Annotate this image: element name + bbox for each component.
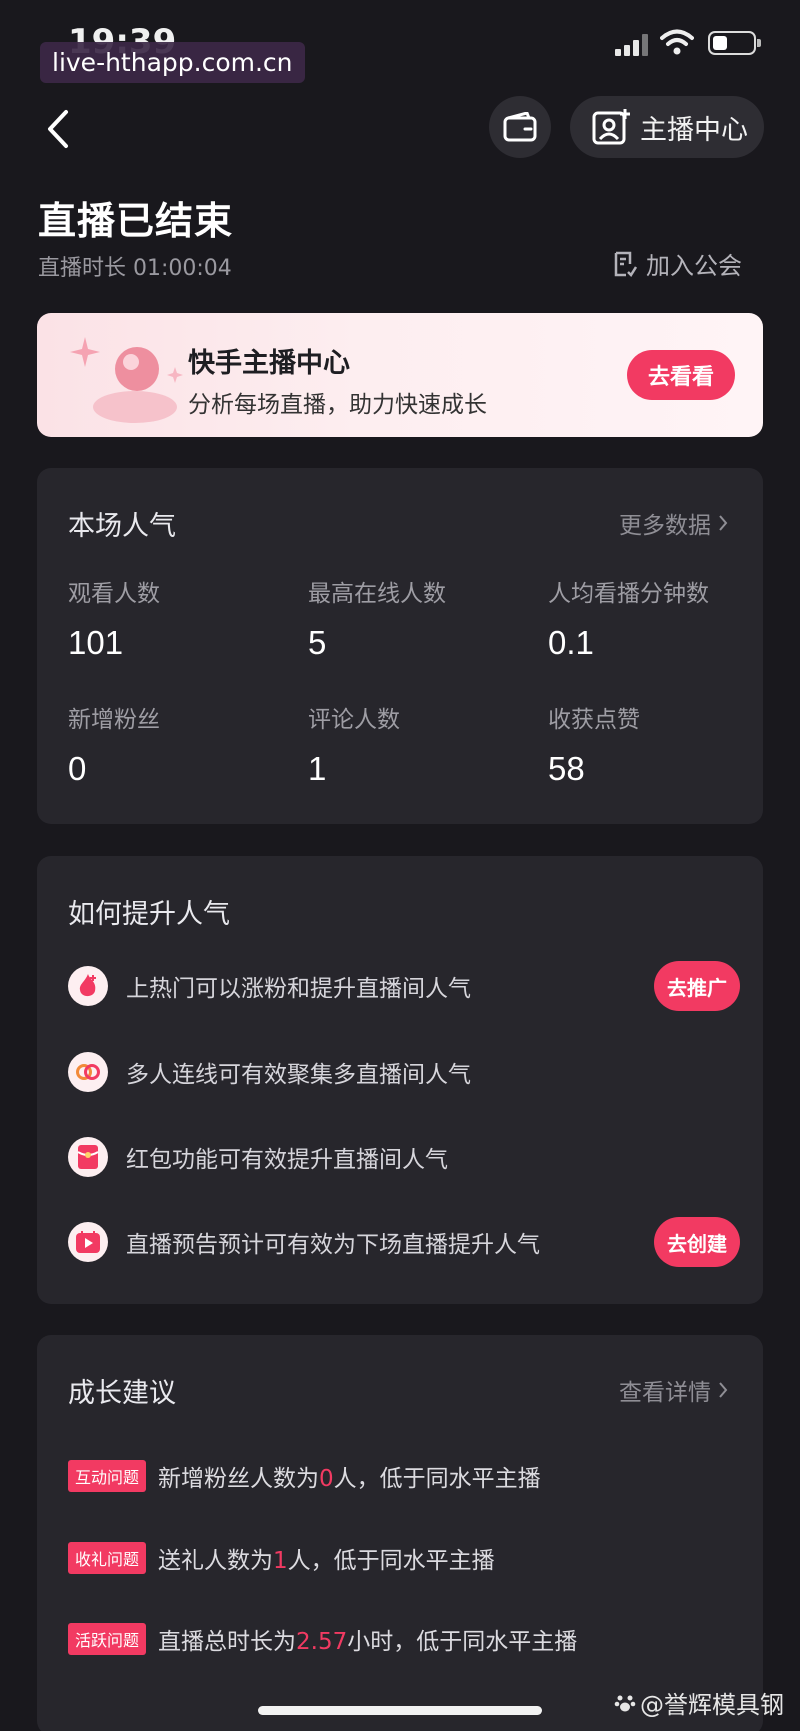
signal-icon <box>615 34 651 56</box>
anchor-center-banner[interactable]: 快手主播中心 分析每场直播，助力快速成长 去看看 <box>37 313 763 437</box>
footer-watermark-text: @誉辉模具钢 <box>640 1691 784 1719</box>
advice-value: 0 <box>319 1466 334 1492</box>
stat-commenters: 评论人数 1 <box>308 700 528 788</box>
status-bar: 19:39 live-hthapp.com.cn <box>0 0 800 90</box>
home-indicator[interactable] <box>258 1706 542 1715</box>
anchor-center-label: 主播中心 <box>640 114 748 146</box>
issue-tag: 互动问题 <box>68 1460 147 1492</box>
tip-text: 直播预告预计可有效为下场直播提升人气 <box>126 1232 540 1258</box>
promote-button[interactable]: 去推广 <box>654 961 740 1011</box>
back-arrow-icon[interactable] <box>38 104 78 154</box>
growth-title: 成长建议 <box>68 1378 176 1409</box>
stat-label: 人均看播分钟数 <box>548 581 709 607</box>
wifi-icon <box>660 29 694 55</box>
banner-subtitle: 分析每场直播，助力快速成长 <box>188 392 487 418</box>
banner-go-button[interactable]: 去看看 <box>627 350 735 400</box>
stat-label: 收获点赞 <box>548 707 640 733</box>
stat-value: 1 <box>308 750 327 787</box>
stat-value: 101 <box>68 624 124 661</box>
boost-title: 如何提升人气 <box>68 899 230 930</box>
banner-decoration-icon <box>70 337 183 423</box>
advice-row-interaction: 互动问题 新增粉丝人数为0人，低于同水平主播 <box>68 1459 541 1493</box>
banner-title: 快手主播中心 <box>188 348 350 379</box>
create-preview-button[interactable]: 去创建 <box>654 1217 740 1267</box>
tip-row-preview: 直播预告预计可有效为下场直播提升人气 去创建 <box>68 1212 740 1272</box>
url-overlay: live-hthapp.com.cn <box>40 42 305 83</box>
more-data-label: 更多数据 <box>619 513 711 539</box>
advice-row-gifts: 收礼问题 送礼人数为1人，低于同水平主播 <box>68 1541 495 1575</box>
wallet-icon <box>503 112 537 142</box>
stat-label: 观看人数 <box>68 581 160 607</box>
popularity-title: 本场人气 <box>68 511 176 542</box>
tip-text: 多人连线可有效聚集多直播间人气 <box>126 1062 471 1088</box>
advice-row-activity: 活跃问题 直播总时长为2.57小时，低于同水平主播 <box>68 1622 577 1656</box>
growth-advice-card: 成长建议 查看详情 互动问题 新增粉丝人数为0人，低于同水平主播 收礼问题 送礼… <box>37 1335 763 1731</box>
preview-play-icon <box>68 1222 108 1262</box>
issue-tag: 活跃问题 <box>68 1623 147 1655</box>
advice-text: 新增粉丝人数为0人，低于同水平主播 <box>158 1466 541 1492</box>
join-guild-icon <box>614 251 638 277</box>
boost-popularity-card: 如何提升人气 上热门可以涨粉和提升直播间人气 去推广 多人连线可有效聚集多直播间… <box>37 856 763 1304</box>
tip-row-trending: 上热门可以涨粉和提升直播间人气 去推广 <box>68 956 740 1016</box>
footer-watermark: @誉辉模具钢 <box>614 1685 784 1720</box>
stat-label: 评论人数 <box>308 707 400 733</box>
advice-text: 送礼人数为1人，低于同水平主播 <box>158 1548 495 1574</box>
join-guild-button[interactable]: 加入公会 <box>612 246 742 281</box>
stat-value: 0 <box>68 750 87 787</box>
page-title: 直播已结束 <box>38 199 234 243</box>
more-data-link[interactable]: 更多数据 <box>619 506 729 540</box>
stat-peak-online: 最高在线人数 5 <box>308 574 528 662</box>
stat-value: 58 <box>548 750 585 787</box>
popularity-card: 本场人气 更多数据 观看人数 101 最高在线人数 5 人均看播分钟数 0.1 … <box>37 468 763 824</box>
view-details-label: 查看详情 <box>619 1380 711 1406</box>
chevron-right-icon <box>719 515 728 531</box>
wallet-button[interactable] <box>489 96 551 158</box>
advice-text: 直播总时长为2.57小时，低于同水平主播 <box>158 1629 578 1655</box>
view-details-link[interactable]: 查看详情 <box>619 1373 729 1407</box>
chevron-right-icon <box>719 1382 728 1398</box>
live-duration: 直播时长 01:00:04 <box>38 256 232 281</box>
tip-text: 上热门可以涨粉和提升直播间人气 <box>126 976 471 1002</box>
advice-value: 2.57 <box>296 1629 348 1655</box>
issue-tag: 收礼问题 <box>68 1542 147 1574</box>
advice-value: 1 <box>273 1548 288 1574</box>
stat-value: 0.1 <box>548 624 594 661</box>
anchor-center-button[interactable]: 主播中心 <box>570 96 764 158</box>
stat-value: 5 <box>308 624 327 661</box>
stat-new-fans: 新增粉丝 0 <box>68 700 288 788</box>
tip-text: 红包功能可有效提升直播间人气 <box>126 1147 448 1173</box>
stat-label: 最高在线人数 <box>308 581 446 607</box>
link-icon <box>68 1052 108 1092</box>
stat-viewers: 观看人数 101 <box>68 574 288 662</box>
fire-icon <box>68 966 108 1006</box>
join-guild-label: 加入公会 <box>646 252 742 280</box>
stat-label: 新增粉丝 <box>68 707 160 733</box>
battery-icon <box>708 31 761 55</box>
paw-icon <box>614 1695 636 1711</box>
tip-row-red-packet: 红包功能可有效提升直播间人气 <box>68 1127 740 1187</box>
stat-avg-minutes: 人均看播分钟数 0.1 <box>548 574 768 662</box>
stat-likes: 收获点赞 58 <box>548 700 768 788</box>
anchor-profile-icon <box>592 109 630 145</box>
tip-row-multi-link: 多人连线可有效聚集多直播间人气 <box>68 1042 740 1102</box>
red-packet-icon <box>68 1137 108 1177</box>
